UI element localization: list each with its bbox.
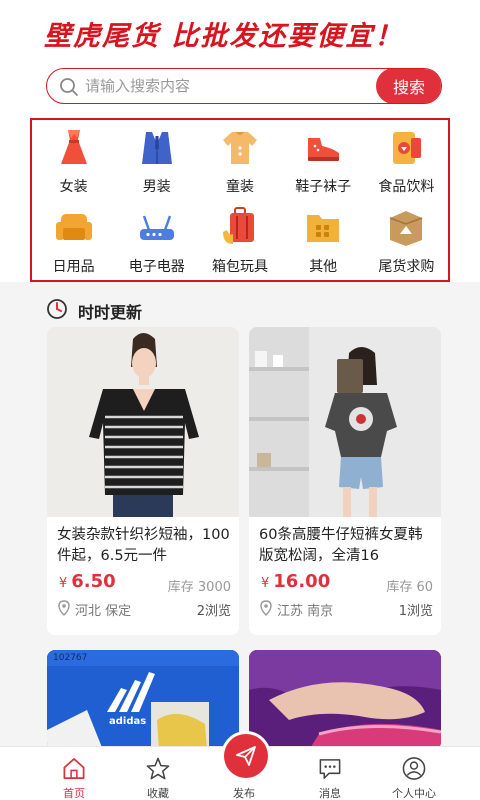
category-grid: 女装 男装 童装 鞋子袜子 食品饮料 日用品 电子电器 箱包玩具 其他 尾货求购 <box>32 120 448 280</box>
search-button[interactable]: 搜索 <box>376 69 441 103</box>
category-electronics[interactable]: 电子电器 <box>115 200 198 280</box>
search-box[interactable]: 搜索 <box>46 68 442 104</box>
tab-label: 收藏 <box>147 787 169 800</box>
category-shoes-socks[interactable]: 鞋子袜子 <box>282 120 365 200</box>
category-kids[interactable]: 童装 <box>198 120 281 200</box>
category-label: 箱包玩具 <box>211 259 268 275</box>
location-pin-icon <box>58 600 70 616</box>
category-other[interactable]: 其他 <box>282 200 365 280</box>
category-panel: 女装 男装 童装 鞋子袜子 食品饮料 日用品 电子电器 箱包玩具 其他 尾货求购 <box>0 112 480 282</box>
sofa-icon <box>55 214 92 240</box>
section-header: 时时更新 <box>0 290 480 326</box>
tab-home[interactable]: 首页 <box>26 747 122 800</box>
image-label: 102767 <box>53 653 88 663</box>
price-value: 16.00 <box>273 571 331 592</box>
price-value: 6.50 <box>71 571 116 592</box>
luggage-icon <box>222 207 254 244</box>
category-purchase-request[interactable]: 尾货求购 <box>365 200 448 280</box>
app-banner: 壁虎尾货 比批发还要便宜！ <box>0 0 480 62</box>
product-image <box>47 650 239 750</box>
product-price: ¥16.00 <box>261 571 330 592</box>
brand-label: adidas <box>109 716 147 727</box>
tab-profile[interactable]: 个人中心 <box>366 747 462 800</box>
category-label: 尾货求购 <box>378 259 435 275</box>
product-views: 2浏览 <box>196 604 231 619</box>
suit-icon <box>141 132 172 164</box>
category-women[interactable]: 女装 <box>32 120 115 200</box>
box-icon <box>390 211 423 246</box>
tab-label: 首页 <box>63 787 85 800</box>
category-men[interactable]: 男装 <box>115 120 198 200</box>
product-title: 60条高腰牛仔短裤女夏韩版宽松阔，全清16 <box>259 527 423 564</box>
product-card[interactable]: 女装杂款针织衫短袖，100件起，6.5元一件 ¥6.50 库存 3000 河北 … <box>47 327 239 635</box>
category-label: 食品饮料 <box>378 179 435 195</box>
product-image <box>249 327 441 517</box>
user-icon <box>402 757 426 780</box>
category-bags-toys[interactable]: 箱包玩具 <box>198 200 281 280</box>
category-label: 其他 <box>309 259 338 275</box>
tab-messages[interactable]: 消息 <box>282 747 378 800</box>
category-label: 电子电器 <box>128 259 185 275</box>
currency-symbol: ¥ <box>59 576 68 591</box>
product-stock: 库存 3000 <box>167 580 231 595</box>
shoe-icon <box>308 138 340 161</box>
product-image <box>47 327 239 517</box>
currency-symbol: ¥ <box>261 576 270 591</box>
search-input[interactable] <box>85 69 365 102</box>
search-icon <box>60 78 78 96</box>
product-location: 河北 保定 <box>75 604 132 619</box>
category-food-drink[interactable]: 食品饮料 <box>365 120 448 200</box>
product-card[interactable]: 102767 adidas <box>47 650 239 750</box>
message-icon <box>319 759 341 779</box>
dress-icon <box>60 130 87 164</box>
router-icon <box>139 215 174 240</box>
product-location: 江苏 南京 <box>277 604 334 619</box>
section-title: 时时更新 <box>78 303 143 322</box>
category-label: 日用品 <box>52 259 95 275</box>
search-bar: 搜索 <box>0 62 480 112</box>
location-pin-icon <box>260 600 272 616</box>
banner-slogan: 壁虎尾货 比批发还要便宜！ <box>44 21 404 52</box>
product-image <box>249 650 441 750</box>
tab-label: 个人中心 <box>392 787 436 800</box>
category-daily-goods[interactable]: 日用品 <box>32 200 115 280</box>
clock-icon <box>47 299 67 319</box>
category-label: 女装 <box>59 179 88 195</box>
paper-plane-icon <box>236 746 256 766</box>
kids-clothes-icon <box>222 132 257 164</box>
product-views: 1浏览 <box>398 604 433 619</box>
product-stock: 库存 60 <box>386 580 433 595</box>
product-card[interactable]: 60条高腰牛仔短裤女夏韩版宽松阔，全清16 ¥16.00 库存 60 江苏 南京… <box>249 327 441 635</box>
food-icon <box>393 132 422 164</box>
category-label: 鞋子袜子 <box>295 179 352 195</box>
star-icon <box>146 757 170 780</box>
product-card[interactable] <box>249 650 441 750</box>
folder-icon <box>307 215 340 242</box>
category-label: 童装 <box>225 179 254 195</box>
product-title: 女装杂款针织衫短袖，100件起，6.5元一件 <box>57 527 230 564</box>
tab-label: 消息 <box>319 787 341 800</box>
tab-favorites[interactable]: 收藏 <box>110 747 206 800</box>
category-label: 男装 <box>142 179 171 195</box>
product-price: ¥6.50 <box>59 571 116 592</box>
tab-label: 发布 <box>233 787 255 800</box>
home-icon <box>63 758 85 779</box>
publish-button[interactable] <box>224 734 268 778</box>
